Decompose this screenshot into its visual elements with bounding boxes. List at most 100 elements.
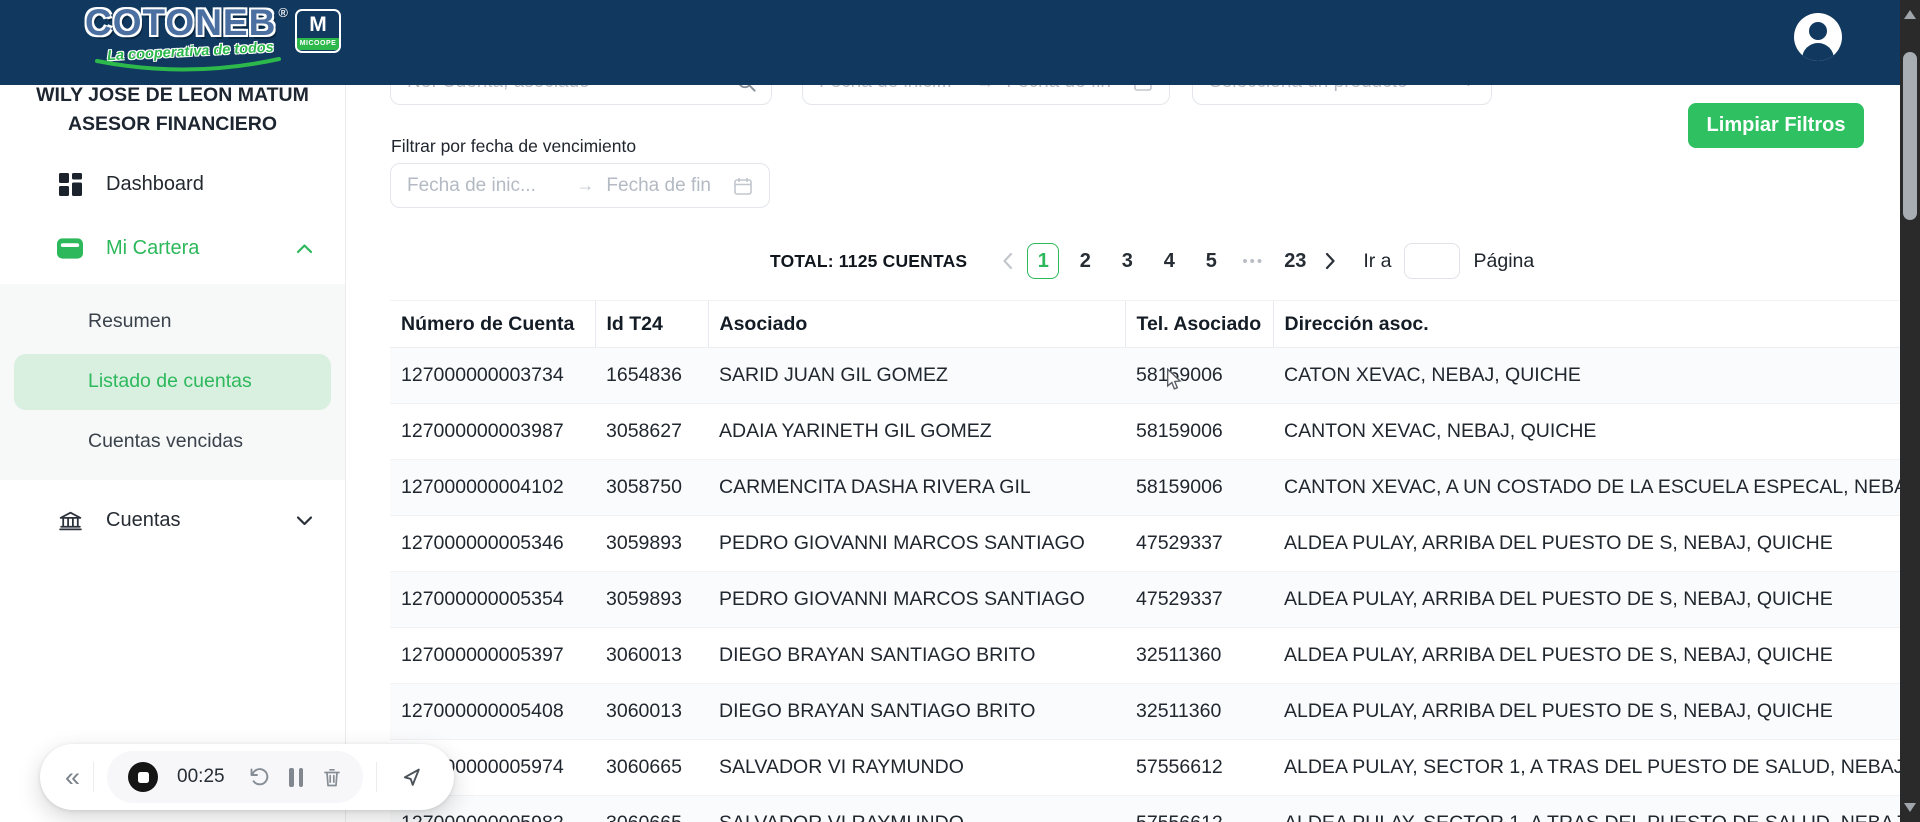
- cell: 47529337: [1125, 571, 1273, 628]
- bank-icon: [57, 508, 83, 534]
- cell: 3060665: [595, 739, 708, 796]
- sidebar-item-listado-de-cuentas[interactable]: Listado de cuentas: [14, 353, 331, 410]
- accounts-table-header-row: Número de Cuenta Id T24 Asociado Tel. Asoci…: [390, 300, 1902, 348]
- cell: PEDRO GIOVANNI MARCOS SANTIAGO: [708, 515, 1125, 572]
- chevron-down-icon: [296, 515, 313, 526]
- table-row[interactable]: 127000000005974 3060665 SALVADOR VI RAYMUN…: [390, 739, 1902, 796]
- trash-icon[interactable]: [322, 767, 342, 788]
- table-row[interactable]: 127000000005397 3060013 DIEGO BRAYAN SANTI…: [390, 627, 1902, 684]
- page-button[interactable]: 3: [1111, 243, 1143, 279]
- table-row[interactable]: 127000000005346 3059893 PEDRO GIOVANNI MAR…: [390, 515, 1902, 572]
- cell: ALDEA PULAY, ARRIBA DEL PUESTO DE S, NEB…: [1273, 571, 1902, 628]
- app-viewport: COTONEB ® La cooperativa de todos M MICOO…: [0, 0, 1920, 822]
- advisor-name: WILY JOSE DE LEON MATUM: [36, 84, 309, 106]
- recording-timer: 00:25: [177, 766, 225, 787]
- cell: 3060013: [595, 683, 708, 740]
- cell: CANTON XEVAC, NEBAJ, QUICHE: [1273, 403, 1902, 460]
- cell: 127000000005397: [390, 627, 595, 684]
- cell: 127000000005354: [390, 571, 595, 628]
- cursor-mode-icon[interactable]: [402, 767, 423, 788]
- sidebar-item-cuentas[interactable]: Cuentas: [0, 492, 345, 550]
- page-button[interactable]: 4: [1153, 243, 1185, 279]
- sidebar-item-cuentas-vencidas[interactable]: Cuentas vencidas: [0, 412, 345, 472]
- table-row[interactable]: 1270000000059823060665SALVADOR VI RAYMUN…: [390, 795, 1902, 822]
- cell: 127000000003987: [390, 403, 595, 460]
- chevron-up-icon: [296, 243, 313, 254]
- cell: DIEGO BRAYAN SANTIAGO BRITO: [708, 683, 1125, 740]
- sidebar-item-label: Cuentas vencidas: [88, 430, 244, 452]
- cell: ALDEA PULAY, ARRIBA DEL PUESTO DE S, NEB…: [1273, 515, 1902, 572]
- column-header: Número de Cuenta: [390, 300, 595, 348]
- pause-recording-icon[interactable]: [289, 767, 304, 787]
- cell: ALDEA PULAY, ARRIBA DEL PUESTO DE S, NEB…: [1273, 683, 1902, 740]
- logo-swoosh: [95, 57, 281, 72]
- page-button[interactable]: 5: [1195, 243, 1227, 279]
- sidebar-item-dashboard[interactable]: Dashboard: [0, 156, 345, 214]
- table-row[interactable]: 127000000004102 3058750 CARMENCITA DASHA R…: [390, 459, 1902, 516]
- user-avatar[interactable]: [1794, 13, 1842, 61]
- cell: 57556612: [1125, 739, 1273, 796]
- due-date-range-filter[interactable]: Fecha de inic... → Fecha de fin: [390, 163, 770, 208]
- accounts-table: Número de Cuenta Id T24 Asociado Tel. Asoci…: [390, 300, 1902, 822]
- table-row[interactable]: 127000000003987 3058627 ADAIA YARINETH GIL…: [390, 403, 1902, 460]
- cell: SALVADOR VI RAYMUNDO: [708, 739, 1125, 796]
- cell: 32511360: [1125, 683, 1273, 740]
- cell: 127000000005346: [390, 515, 595, 572]
- stop-recording-button[interactable]: [128, 762, 159, 792]
- chevron-right-icon[interactable]: [1325, 252, 1336, 270]
- page-scrollbar[interactable]: [1900, 0, 1920, 822]
- sidebar-item-mi-cartera[interactable]: Mi Cartera: [0, 220, 345, 278]
- goto-page-input[interactable]: [1403, 243, 1460, 279]
- column-header: Tel. Asociado: [1124, 300, 1273, 348]
- page-button[interactable]: 23: [1279, 243, 1311, 279]
- cell: 58159006: [1125, 459, 1273, 516]
- arrow-right-icon: →: [576, 175, 595, 195]
- pagination-bar: TOTAL: 1125 CUENTAS 1 2 3 4 5 ••• 23 Ir a Pági…: [770, 240, 1534, 282]
- page-button[interactable]: 1: [1027, 243, 1060, 279]
- dashboard-grid-icon: [57, 172, 83, 198]
- cell: 47529337: [1125, 515, 1273, 572]
- goto-page-label: Ir a: [1363, 249, 1392, 272]
- cell: PEDRO GIOVANNI MARCOS SANTIAGO: [708, 571, 1125, 628]
- restart-recording-icon[interactable]: [248, 766, 270, 788]
- cell: CATON XEVAC, NEBAJ, QUICHE: [1273, 347, 1902, 404]
- page-button[interactable]: 2: [1069, 243, 1101, 279]
- cell: SARID JUAN GIL GOMEZ: [708, 347, 1125, 404]
- table-row[interactable]: 127000000003734 1654836 SARID JUAN GIL GOM…: [390, 347, 1902, 404]
- column-header: Dirección asoc.: [1272, 300, 1902, 348]
- scrollbar-up-arrow-icon[interactable]: [1904, 10, 1916, 19]
- cell: 127000000005408: [390, 683, 595, 740]
- cell: 3060013: [595, 627, 708, 684]
- chevron-left-icon[interactable]: [1002, 252, 1013, 270]
- accounts-table-body: 127000000003734 1654836 SARID JUAN GIL GOM…: [390, 347, 1902, 822]
- scrollbar-down-arrow-icon[interactable]: [1904, 803, 1916, 812]
- sidebar-item-resumen[interactable]: Resumen: [0, 292, 345, 352]
- clear-filters-button[interactable]: Limpiar Filtros: [1688, 103, 1864, 148]
- table-row[interactable]: 127000000005354 3059893 PEDRO GIOVANNI MAR…: [390, 571, 1902, 628]
- sidebar-item-label: Listado de cuentas: [88, 370, 252, 392]
- sidebar-item-label: Dashboard: [106, 173, 204, 195]
- scrollbar-thumb[interactable]: [1903, 52, 1917, 220]
- micoope-badge: M MICOOPE: [295, 9, 341, 53]
- sidebar-item-label: Mi Cartera: [106, 237, 200, 259]
- column-header: Id T24: [594, 300, 708, 348]
- cell: 3059893: [595, 515, 708, 572]
- cell: CARMENCITA DASHA RIVERA GIL: [708, 459, 1125, 516]
- date-end-placeholder[interactable]: Fecha de fin: [606, 175, 711, 197]
- logo-title: COTONEB ®: [85, 2, 289, 43]
- cell: 58159006: [1125, 347, 1273, 404]
- table-row[interactable]: 127000000005408 3060013 DIEGO BRAYAN SANTI…: [390, 683, 1902, 740]
- collapse-toolbar-icon[interactable]: «: [65, 763, 80, 791]
- sidebar-item-label: Resumen: [88, 310, 172, 332]
- date-start-placeholder[interactable]: Fecha de inic...: [407, 175, 564, 197]
- cell: 58159006: [1125, 403, 1273, 460]
- page-list: 1 2 3 4 5 ••• 23: [1022, 243, 1316, 279]
- recorder-controls: 00:25: [107, 751, 364, 803]
- sidebar: WILY JOSE DE LEON MATUM ASESOR FINANCIER…: [0, 84, 346, 822]
- cell: 32511360: [1125, 627, 1273, 684]
- cell: 127000000003734: [390, 347, 595, 404]
- cell: 127000000004102: [390, 459, 595, 516]
- divider: [376, 762, 378, 792]
- advisor-block: WILY JOSE DE LEON MATUM ASESOR FINANCIER…: [0, 81, 345, 140]
- divider: [93, 762, 95, 792]
